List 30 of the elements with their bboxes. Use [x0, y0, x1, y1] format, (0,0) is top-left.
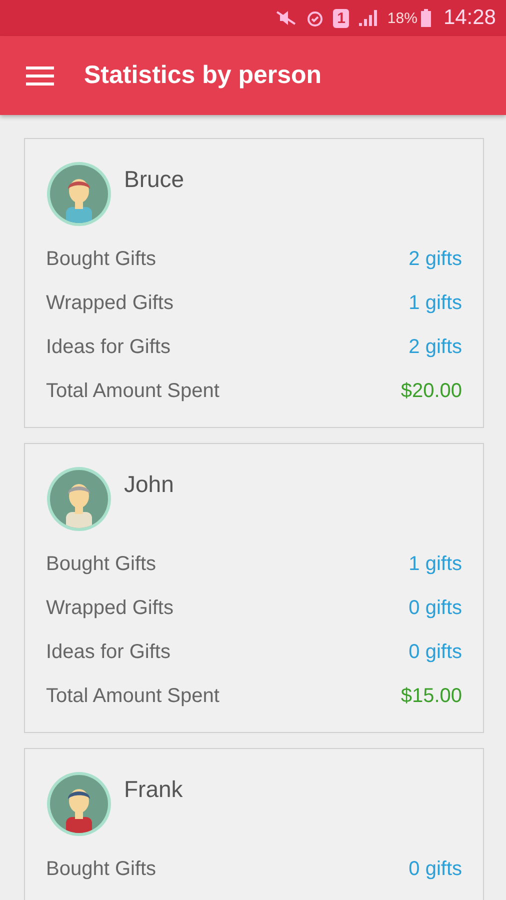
person-name: John [124, 471, 174, 498]
gift-count: 1 gifts [408, 552, 462, 576]
person-name: Frank [124, 776, 183, 803]
battery-icon [421, 9, 432, 27]
battery-level: 18% [387, 10, 418, 26]
gift-count: 2 gifts [408, 248, 462, 270]
clock: 14:28 [443, 6, 496, 30]
stat-label: Total Amount Spent [46, 684, 220, 708]
gift-count: 1 gifts [408, 292, 462, 314]
stat-label: Ideas for Gifts [46, 640, 170, 664]
screen-title: Statistics by person [84, 61, 322, 90]
stat-label: Bought Gifts [46, 248, 156, 270]
stat-label: Ideas for Gifts [46, 336, 170, 358]
stat-label: Wrapped Gifts [46, 596, 174, 620]
sim-indicator: 1 [333, 8, 350, 28]
gift-count: 0 gifts [408, 858, 462, 880]
gift-count: 2 gifts [408, 336, 462, 358]
stat-label: Bought Gifts [46, 858, 156, 880]
gift-count: 0 gifts [408, 596, 462, 620]
mute-icon [275, 10, 298, 26]
amount-value: $20.00 [400, 380, 462, 402]
stat-label: Bought Gifts [46, 552, 156, 576]
signal-icon [357, 9, 380, 27]
alarm-icon [305, 9, 326, 27]
gift-count: 0 gifts [408, 640, 462, 664]
amount-value: $15.00 [400, 684, 462, 708]
menu-icon[interactable] [26, 66, 54, 86]
person-name: Bruce [124, 166, 184, 193]
stat-label: Wrapped Gifts [46, 292, 174, 314]
stat-label: Total Amount Spent [46, 380, 220, 402]
